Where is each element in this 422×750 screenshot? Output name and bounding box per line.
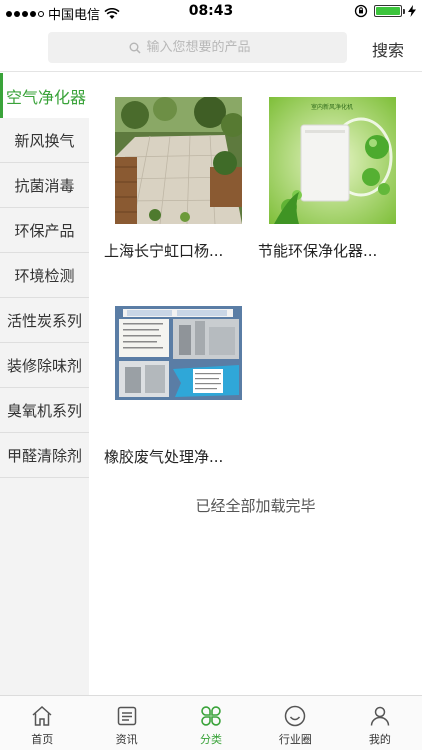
- status-bar: 中国电信 08:43: [0, 0, 422, 24]
- search-input[interactable]: [146, 40, 267, 55]
- tab-label: 分类: [200, 733, 223, 746]
- category-icon: [201, 706, 221, 726]
- sidebar-item-deodorant[interactable]: 装修除味剂: [0, 343, 89, 388]
- search-button[interactable]: 搜索: [372, 37, 404, 61]
- home-icon: [32, 705, 52, 726]
- tab-home[interactable]: 首页: [0, 696, 84, 750]
- sidebar-item-env-testing[interactable]: 环境检测: [0, 253, 89, 298]
- search-box[interactable]: [48, 32, 347, 63]
- product-title: 上海长宁虹口杨...: [104, 242, 224, 260]
- sidebar-item-activated-carbon[interactable]: 活性炭系列: [0, 298, 89, 343]
- product-image: [115, 96, 245, 225]
- product-card[interactable]: 上海长宁虹口杨...: [89, 96, 245, 261]
- news-icon: [117, 706, 136, 726]
- rotation-lock-icon: [354, 4, 368, 18]
- product-title: 橡胶废气处理净...: [104, 448, 224, 466]
- tab-label: 行业圈: [278, 733, 312, 746]
- sidebar-item-antibacterial[interactable]: 抗菌消毒: [0, 163, 89, 208]
- sidebar-item-ozone[interactable]: 臭氧机系列: [0, 388, 89, 433]
- tab-news[interactable]: 资讯: [84, 696, 168, 750]
- product-image-caption: 室内新风净化机: [311, 103, 353, 111]
- tab-industry-circle[interactable]: 行业圈: [253, 696, 337, 750]
- search-header: 搜索: [0, 24, 422, 72]
- sidebar-item-air-purifier[interactable]: 空气净化器: [0, 73, 89, 118]
- product-image: [115, 303, 242, 430]
- circle-icon: [285, 705, 306, 727]
- tab-label: 资讯: [115, 733, 138, 746]
- tab-category[interactable]: 分类: [169, 696, 253, 750]
- battery-icon: [374, 5, 405, 17]
- charging-icon: [408, 5, 416, 17]
- sidebar-item-eco-products[interactable]: 环保产品: [0, 208, 89, 253]
- sidebar-item-fresh-air[interactable]: 新风换气: [0, 118, 89, 163]
- status-right: [354, 4, 416, 18]
- sidebar-item-formaldehyde[interactable]: 甲醛清除剂: [0, 433, 89, 478]
- load-complete-text: 已经全部加载完毕: [195, 497, 316, 515]
- tab-label: 我的: [368, 733, 391, 746]
- category-sidebar: 空气净化器 新风换气 抗菌消毒 环保产品 环境检测 活性炭系列 装修除味剂 臭氧…: [0, 73, 89, 695]
- product-card[interactable]: 室内新风净化机 节能环保净化器...: [243, 97, 396, 261]
- search-icon: [129, 42, 141, 54]
- product-title: 节能环保净化器...: [258, 242, 378, 260]
- profile-icon: [370, 706, 390, 726]
- product-grid: 上海长宁虹口杨... 室内新风净化机 节能环保净化器... 橡胶废气处理净...…: [89, 73, 422, 695]
- tab-label: 首页: [31, 733, 54, 746]
- tab-bar: 首页 资讯 分类 行业圈 我的: [0, 695, 422, 750]
- tab-profile[interactable]: 我的: [338, 696, 422, 750]
- product-image: 室内新风净化机: [269, 97, 396, 224]
- product-card[interactable]: 橡胶废气处理净...: [89, 303, 242, 467]
